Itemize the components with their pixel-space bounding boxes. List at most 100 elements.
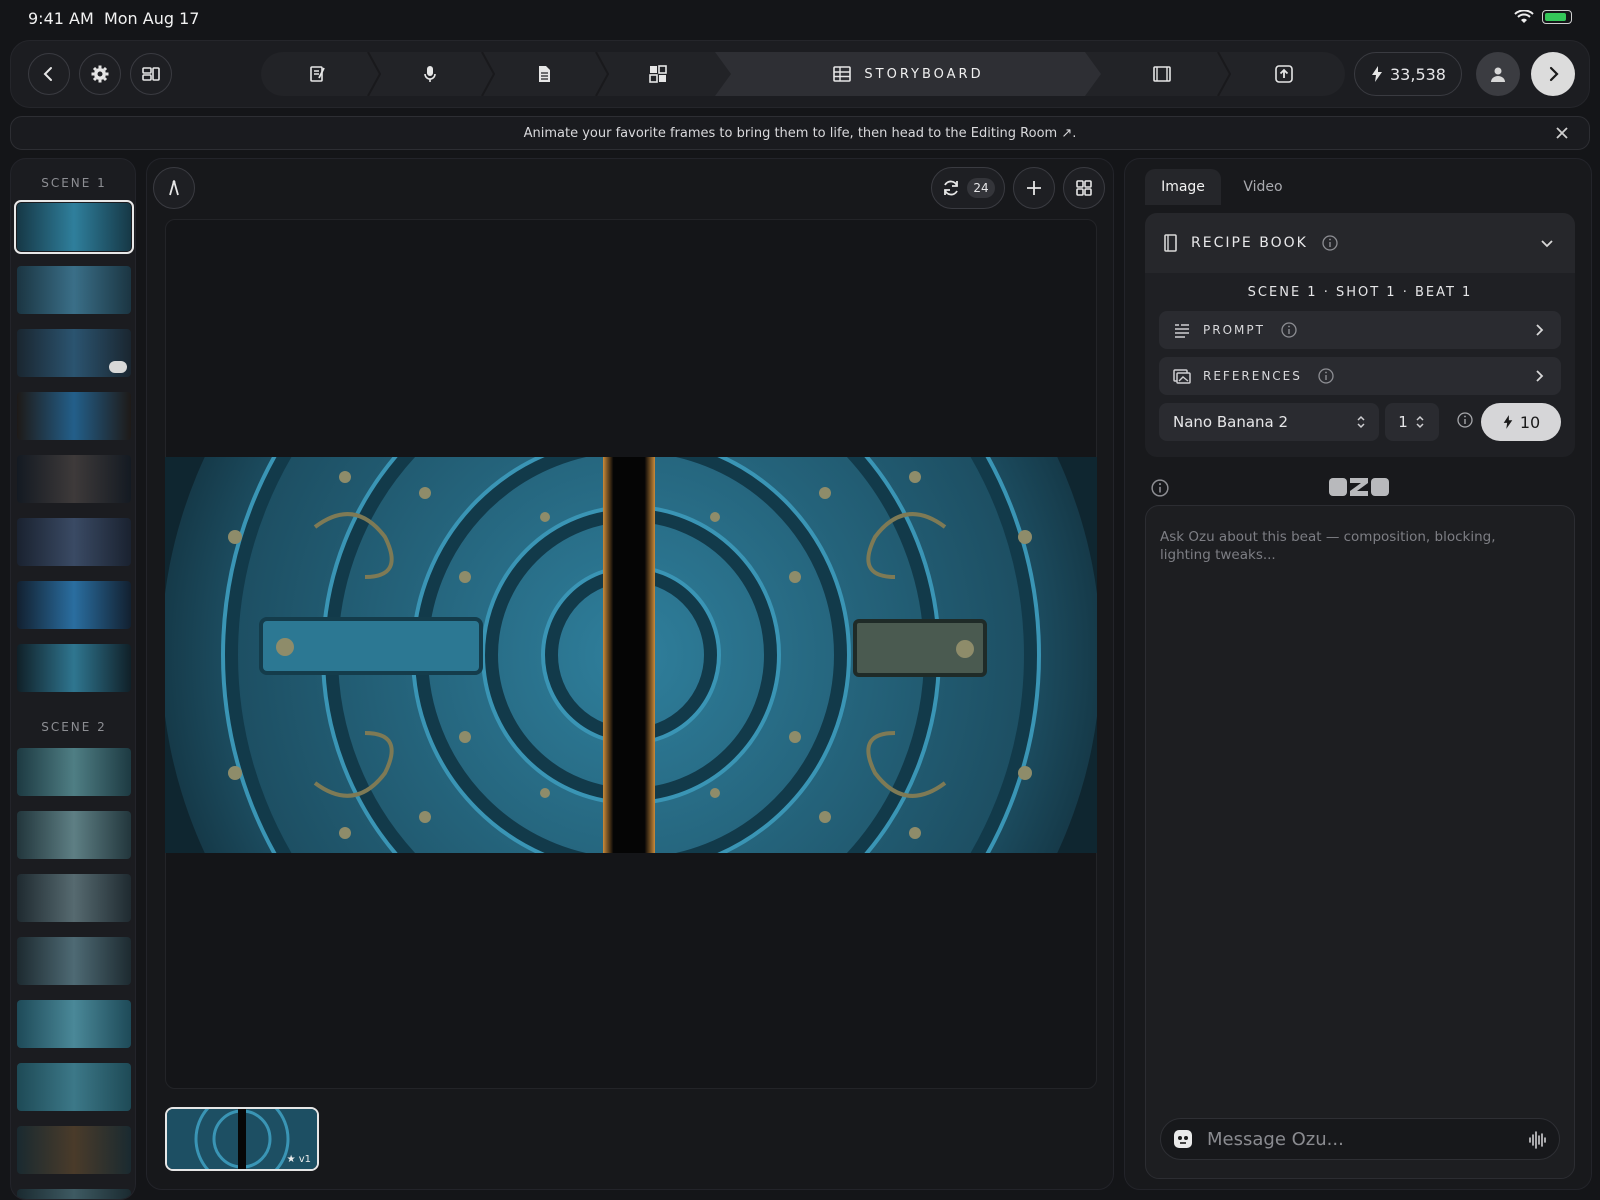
step-separator <box>595 52 609 96</box>
images-icon <box>1173 369 1191 384</box>
step-export[interactable] <box>1223 52 1345 96</box>
storyboard-thumbnail[interactable] <box>14 200 134 254</box>
step-separator <box>481 52 495 96</box>
step-write[interactable] <box>261 52 373 96</box>
message-input[interactable] <box>1207 1128 1507 1150</box>
battery-icon <box>1542 10 1572 24</box>
storyboard-thumbnail[interactable] <box>17 329 131 377</box>
export-icon <box>1275 65 1293 83</box>
status-bar: 9:41 AM Mon Aug 17 <box>0 0 1600 36</box>
next-button[interactable] <box>1531 52 1575 96</box>
layout-icon <box>142 67 160 81</box>
model-select[interactable]: Nano Banana 2 <box>1159 403 1379 441</box>
main-frame-image[interactable] <box>165 457 1097 853</box>
storyboard-thumbnail[interactable] <box>17 937 131 985</box>
tab-video[interactable]: Video <box>1225 169 1301 205</box>
model-value: Nano Banana 2 <box>1173 413 1289 431</box>
step-characters[interactable] <box>601 52 715 96</box>
storyboard-thumbnail[interactable] <box>17 518 131 566</box>
info-banner: Animate your favorite frames to bring th… <box>10 116 1590 150</box>
storyboard-thumbnail[interactable] <box>17 1189 131 1199</box>
recipe-book-header[interactable]: RECIPE BOOK <box>1145 213 1575 273</box>
top-toolbar: STORYBOARD 33,538 <box>10 40 1590 108</box>
layout-button[interactable] <box>130 53 172 95</box>
step-separator <box>1217 52 1231 96</box>
step-script[interactable] <box>487 52 601 96</box>
info-icon[interactable] <box>1281 322 1297 338</box>
chevron-right-icon <box>1549 66 1559 82</box>
play-icon <box>109 361 127 373</box>
scene-sidebar: SCENE 1 SCENE 2 <box>10 158 136 1200</box>
image-count-value: 1 <box>1398 413 1408 431</box>
step-storyboard[interactable]: STORYBOARD <box>715 52 1101 96</box>
chevron-left-icon <box>43 67 52 81</box>
storyboard-thumbnail[interactable] <box>17 748 131 796</box>
step-edit[interactable] <box>1101 52 1223 96</box>
document-icon <box>539 66 550 82</box>
text-lines-icon <box>1175 324 1189 338</box>
avatar[interactable] <box>1476 52 1520 96</box>
pen-tool-button[interactable] <box>153 167 195 209</box>
recipe-book-title: RECIPE BOOK <box>1191 235 1308 251</box>
prompt-row[interactable]: PROMPT <box>1159 311 1561 349</box>
chat-placeholder: Ask Ozu about this beat — composition, b… <box>1160 529 1496 563</box>
scene-1-label: SCENE 1 <box>41 176 107 190</box>
chevron-right-icon <box>1536 370 1544 382</box>
chevron-right-icon <box>1536 324 1544 336</box>
storyboard-thumbnail[interactable] <box>17 266 131 314</box>
storyboard-thumbnail[interactable] <box>17 811 131 859</box>
info-icon[interactable] <box>1457 412 1473 428</box>
generate-button[interactable]: 10 <box>1481 403 1561 441</box>
canvas-area: 24 ★ v1 <box>146 158 1114 1190</box>
message-bar <box>1160 1118 1560 1160</box>
storyboard-thumbnail[interactable] <box>17 874 131 922</box>
storyboard-thumbnail[interactable] <box>17 644 131 692</box>
storyboard-thumbnail[interactable] <box>17 581 131 629</box>
vault-door-illustration <box>165 457 1097 853</box>
generation-panel: Image Video RECIPE BOOK SCENE 1 · SHOT 1… <box>1124 158 1592 1190</box>
beat-breadcrumb: SCENE 1 · SHOT 1 · BEAT 1 <box>1247 285 1473 300</box>
chevron-down-icon[interactable] <box>1539 235 1555 251</box>
gear-icon <box>91 65 109 83</box>
credits-badge[interactable]: 33,538 <box>1354 52 1462 96</box>
pipeline-steps: STORYBOARD <box>261 52 1345 96</box>
references-row[interactable]: REFERENCES <box>1159 357 1561 395</box>
regenerate-count: 24 <box>967 178 995 198</box>
prompt-label: PROMPT <box>1203 323 1265 337</box>
version-label: ★ v1 <box>286 1154 311 1165</box>
close-icon[interactable] <box>1553 124 1571 142</box>
recipe-book-card: RECIPE BOOK SCENE 1 · SHOT 1 · BEAT 1 PR… <box>1145 213 1575 457</box>
person-icon <box>1491 67 1505 82</box>
up-down-chevron-icon <box>1416 415 1424 429</box>
image-count-select[interactable]: 1 <box>1385 403 1439 441</box>
storyboard-thumbnail[interactable] <box>17 1000 131 1048</box>
step-separator <box>367 52 381 96</box>
grid-icon <box>1076 180 1092 196</box>
book-icon <box>1164 234 1177 252</box>
storyboard-thumbnail[interactable] <box>17 1063 131 1111</box>
lightning-icon <box>1503 415 1513 429</box>
status-indicators <box>1514 10 1572 24</box>
info-icon[interactable] <box>1322 235 1338 251</box>
info-icon[interactable] <box>1318 368 1334 384</box>
generate-cost: 10 <box>1519 412 1541 432</box>
regenerate-button[interactable]: 24 <box>931 167 1005 209</box>
grid-view-button[interactable] <box>1063 167 1105 209</box>
ozu-chat-panel: Ask Ozu about this beat — composition, b… <box>1145 505 1575 1179</box>
settings-button[interactable] <box>79 53 121 95</box>
add-button[interactable] <box>1013 167 1055 209</box>
tab-image[interactable]: Image <box>1145 169 1221 205</box>
storyboard-icon <box>832 64 852 84</box>
storyboard-thumbnail[interactable] <box>17 392 131 440</box>
info-icon[interactable] <box>1151 479 1169 497</box>
storyboard-thumbnail[interactable] <box>17 1126 131 1174</box>
up-down-chevron-icon <box>1357 415 1365 429</box>
storyboard-thumbnail[interactable] <box>17 455 131 503</box>
plus-icon <box>1027 181 1041 195</box>
ozu-avatar-icon[interactable] <box>1173 1129 1193 1149</box>
step-audio[interactable] <box>373 52 487 96</box>
voice-waveform-icon[interactable] <box>1527 1130 1547 1150</box>
back-button[interactable] <box>28 53 70 95</box>
version-thumbnail[interactable]: ★ v1 <box>165 1107 319 1171</box>
step-storyboard-label: STORYBOARD <box>864 66 984 82</box>
